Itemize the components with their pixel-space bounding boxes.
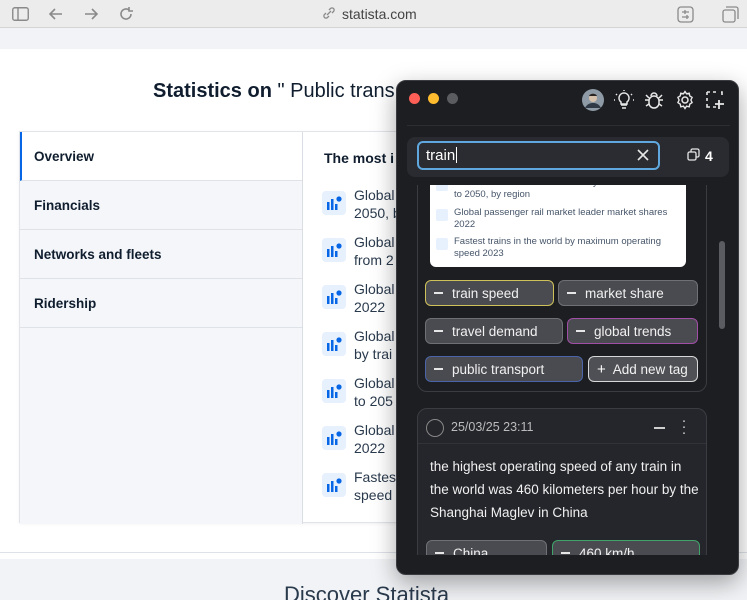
tag-chip[interactable]: 460 km/h bbox=[552, 540, 700, 555]
stat-chart-icon bbox=[322, 426, 346, 450]
window-close-dot[interactable] bbox=[409, 93, 420, 104]
stat-chart-icon bbox=[436, 185, 448, 191]
close-icon[interactable] bbox=[636, 148, 650, 162]
category-nav: Overview Financials Networks and fleets … bbox=[20, 132, 303, 524]
minus-icon[interactable] bbox=[654, 427, 665, 429]
forward-icon[interactable] bbox=[82, 5, 100, 23]
lock-icon bbox=[322, 6, 336, 22]
stat-chart-icon bbox=[322, 332, 346, 356]
minus-icon[interactable] bbox=[576, 330, 585, 332]
stat-chart-icon bbox=[436, 238, 448, 250]
nav-item-overview[interactable]: Overview bbox=[20, 132, 302, 181]
minus-icon[interactable] bbox=[561, 552, 570, 554]
back-icon[interactable] bbox=[47, 5, 65, 23]
clip-group-card: Global urban demand for travel by train … bbox=[417, 185, 707, 392]
note-timestamp: 25/03/25 23:11 bbox=[451, 420, 534, 434]
minus-icon[interactable] bbox=[434, 292, 443, 294]
sidebar-icon[interactable] bbox=[11, 5, 29, 23]
lightbulb-icon[interactable] bbox=[613, 89, 635, 111]
stat-chart-icon bbox=[322, 473, 346, 497]
result-count: 4 bbox=[687, 148, 713, 164]
page-title: Statistics on " Public trans bbox=[153, 80, 395, 102]
stat-chart-icon bbox=[322, 285, 346, 309]
minus-icon[interactable] bbox=[434, 368, 443, 370]
add-tag-button[interactable]: + Add new tag bbox=[588, 356, 698, 382]
tag-chip[interactable]: train speed bbox=[425, 280, 554, 306]
results-scroll-area[interactable]: Global urban demand for travel by train … bbox=[407, 185, 721, 555]
discover-heading: Discover Statista bbox=[284, 582, 450, 600]
note-card: 25/03/25 23:11 · · · the highest operating… bbox=[417, 408, 707, 555]
avatar[interactable] bbox=[582, 89, 604, 111]
copy-icon bbox=[687, 148, 700, 164]
gear-icon[interactable] bbox=[674, 89, 696, 111]
nav-item-financials[interactable]: Financials bbox=[20, 181, 302, 230]
nav-item-networks-and-fleets[interactable]: Networks and fleets bbox=[20, 230, 302, 279]
plus-icon: + bbox=[597, 360, 606, 378]
tabs-icon[interactable] bbox=[721, 5, 739, 23]
more-icon[interactable]: · · · bbox=[681, 413, 687, 440]
window-zoom-dot[interactable] bbox=[447, 93, 458, 104]
browser-toolbar: statista.com bbox=[0, 0, 747, 28]
page-preview-thumbnail[interactable]: Global urban demand for travel by train … bbox=[430, 185, 686, 267]
header-divider bbox=[407, 125, 730, 126]
reload-icon[interactable] bbox=[117, 5, 135, 23]
tag-chip[interactable]: market share bbox=[558, 280, 698, 306]
select-region-icon[interactable] bbox=[704, 89, 726, 111]
tag-chip[interactable]: China bbox=[426, 540, 547, 555]
most-popular-heading: The most i bbox=[324, 150, 395, 166]
extension-panel: train 4 Global urban demand for travel b… bbox=[396, 80, 739, 575]
nav-item-ridership[interactable]: Ridership bbox=[20, 279, 302, 328]
stat-chart-icon bbox=[322, 191, 346, 215]
window-minimize-dot[interactable] bbox=[428, 93, 439, 104]
search-input[interactable]: train bbox=[417, 141, 660, 170]
tag-chip[interactable]: global trends bbox=[567, 318, 698, 344]
stat-chart-icon bbox=[322, 379, 346, 403]
bug-icon[interactable] bbox=[643, 89, 665, 111]
statistics-card: Overview Financials Networks and fleets … bbox=[19, 131, 419, 524]
minus-icon[interactable] bbox=[567, 292, 576, 294]
note-divider bbox=[418, 443, 706, 444]
extension-icon[interactable] bbox=[676, 5, 694, 23]
minus-icon[interactable] bbox=[435, 552, 444, 554]
address-bar[interactable]: statista.com bbox=[322, 6, 417, 22]
note-body: the highest operating speed of any train… bbox=[430, 459, 699, 520]
search-bar: train 4 bbox=[407, 137, 729, 177]
tag-chip[interactable]: public transport bbox=[425, 356, 583, 382]
note-checkbox[interactable] bbox=[426, 419, 444, 437]
tag-chip[interactable]: travel demand bbox=[425, 318, 563, 344]
stat-chart-icon bbox=[322, 238, 346, 262]
scrollbar-thumb[interactable] bbox=[719, 241, 725, 329]
minus-icon[interactable] bbox=[434, 330, 443, 332]
stat-chart-icon bbox=[436, 209, 448, 221]
url-text: statista.com bbox=[342, 6, 417, 22]
